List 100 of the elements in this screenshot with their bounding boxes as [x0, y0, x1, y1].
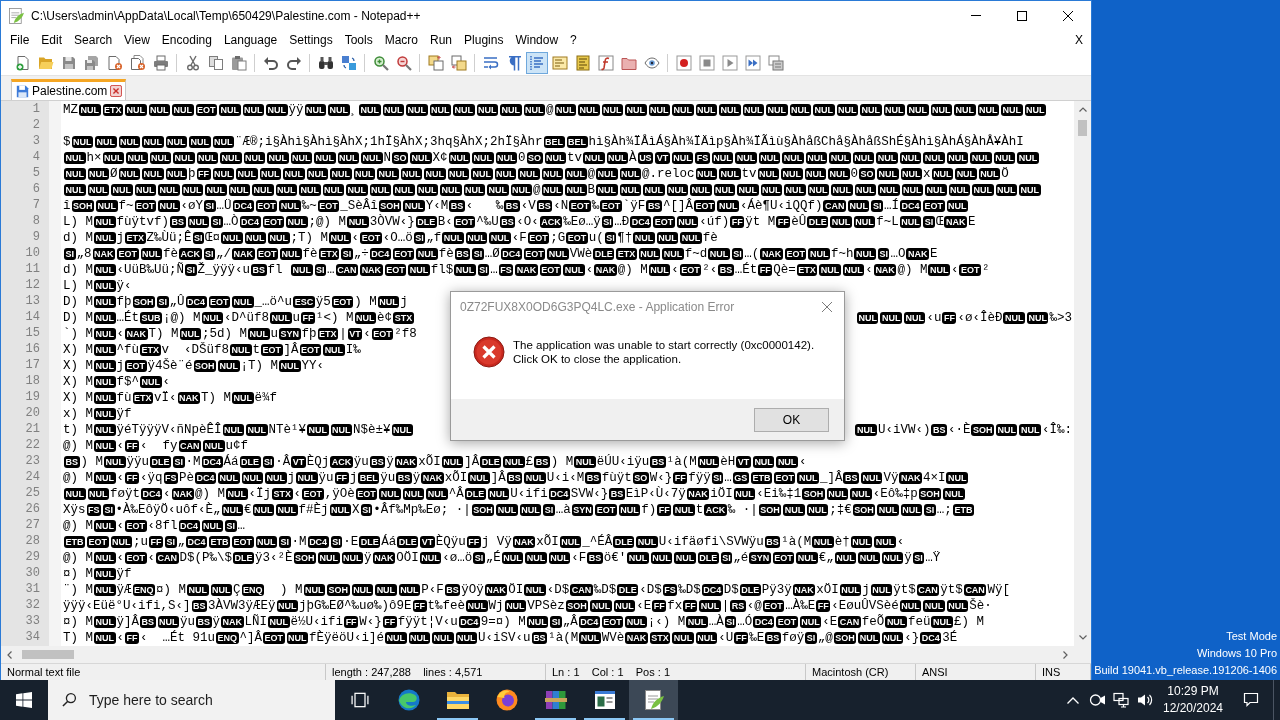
control-code: NUL [662, 248, 684, 260]
control-code: BS [764, 536, 781, 548]
control-code: NUL [328, 104, 350, 116]
binary-text: „@ [817, 630, 833, 646]
control-code: DC4 [899, 200, 921, 212]
vertical-scrollbar[interactable] [1074, 101, 1091, 646]
arrow-up-icon[interactable] [1078, 107, 1087, 112]
binary-text: xÕI [444, 470, 468, 486]
binary-text: NTè¹¥ [268, 422, 307, 438]
control-code: BS [396, 472, 412, 484]
control-code: EOT [360, 232, 382, 244]
control-code: DC4 [548, 488, 570, 500]
close-icon [1063, 10, 1073, 21]
control-code: NUL [899, 600, 922, 612]
binary-text: ;@) M [308, 214, 347, 230]
menu-item[interactable]: ? [564, 30, 583, 50]
line-number: 16 [24, 342, 41, 358]
binary-text: YY‹ [301, 358, 325, 374]
control-code: BS [506, 472, 523, 484]
control-code: NUL [643, 184, 665, 196]
control-code: NUL [523, 104, 546, 116]
control-code: EOT [125, 552, 147, 564]
control-code: EOT [371, 328, 394, 340]
binary-text: fè [302, 246, 318, 262]
binary-text: …O [890, 246, 906, 262]
menu-item[interactable]: Tools [338, 30, 379, 50]
binary-text: d) M [63, 230, 93, 246]
control-code: NUL [323, 344, 345, 356]
control-code: NUL [619, 168, 642, 180]
binary-text: ÿÿu [126, 454, 150, 470]
control-code: BS [585, 472, 601, 484]
menu-item[interactable]: View [118, 30, 156, 50]
control-code: NUL [322, 184, 344, 196]
menu-item[interactable]: Run [424, 30, 459, 50]
menu-item[interactable]: File [4, 30, 36, 50]
binary-text: ‹ [798, 454, 807, 470]
close-document-button[interactable]: X [1071, 30, 1087, 50]
control-code: NUL [858, 632, 880, 644]
binary-text: ) M [80, 454, 104, 470]
arrow-left-icon[interactable] [7, 650, 12, 659]
scrollbar-thumb[interactable] [1078, 120, 1087, 136]
menu-item[interactable]: Edit [35, 30, 69, 50]
control-code: NUL [252, 184, 274, 196]
control-code: FF [652, 600, 667, 612]
menu-item[interactable]: Plugins [458, 30, 510, 50]
control-code: BEL [566, 136, 588, 148]
binary-text: X) M [63, 342, 93, 358]
arrow-right-icon[interactable] [1063, 650, 1068, 659]
control-code: FF [730, 216, 745, 228]
binary-text: @) M [63, 518, 93, 534]
binary-text: …À‰E [785, 598, 816, 614]
binary-text: ë½U‹ifi [290, 614, 344, 630]
control-code: SI [473, 552, 485, 564]
control-code: NUL [172, 104, 194, 116]
search-field[interactable]: Type here to search [48, 680, 335, 720]
control-code: NUL [574, 456, 596, 468]
control-code: SI [314, 264, 327, 276]
ok-button[interactable]: OK [754, 407, 829, 432]
binary-text: VPSèz [527, 598, 565, 614]
watermark-text: Test Mode [1226, 629, 1277, 644]
binary-text: î [63, 198, 71, 214]
arrow-down-icon[interactable] [1078, 635, 1087, 640]
control-code: NUL [836, 104, 859, 116]
control-code: NAK [92, 248, 116, 260]
control-code: NUL [606, 152, 629, 164]
control-code: BS [170, 216, 186, 228]
control-code: NUL [619, 184, 642, 196]
menu-item[interactable]: Window [509, 30, 565, 50]
control-code: NUL [94, 552, 116, 564]
control-code: NUL [440, 184, 462, 196]
line-number: 6 [31, 182, 41, 198]
file-tab[interactable]: Palestine.com [11, 79, 127, 100]
binary-text: ‹úf) [699, 214, 730, 230]
control-code: NUL [834, 552, 857, 564]
scrollbar-thumb[interactable] [22, 650, 74, 659]
menu-item[interactable]: Settings [283, 30, 339, 50]
document-map-icon [574, 54, 591, 71]
binary-text: j [287, 470, 296, 486]
control-code: NUL [901, 184, 924, 196]
menu-item[interactable]: Language [217, 30, 284, 50]
binary-text: ¡‹) M [647, 614, 686, 630]
binary-text: Y‹M [425, 198, 449, 214]
clock[interactable]: 10:29 PM 12/20/2024 [1157, 680, 1229, 720]
control-code: NUL [544, 152, 567, 164]
control-code: NUL [377, 296, 400, 308]
menu-item[interactable]: Macro [378, 30, 424, 50]
control-code: NUL [524, 472, 546, 484]
control-code: NUL [279, 360, 301, 372]
control-code: NUL [181, 184, 203, 196]
control-code: NUL [503, 456, 525, 468]
control-code: SI [157, 296, 169, 308]
line-number: 3 [31, 134, 41, 150]
close-icon[interactable] [110, 85, 123, 97]
menu-item[interactable]: Search [68, 30, 119, 50]
control-code: NAK [760, 248, 783, 260]
binary-text: ‹·È [947, 422, 971, 438]
menu-item[interactable]: Encoding [155, 30, 218, 50]
taskbar-app-button[interactable] [629, 680, 678, 720]
binary-text: ÿu [380, 470, 396, 486]
control-code: NUL [400, 168, 423, 180]
